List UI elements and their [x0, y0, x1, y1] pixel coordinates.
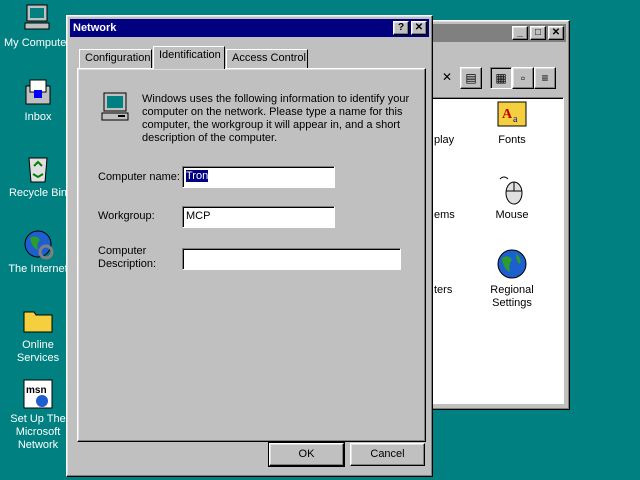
partial-item-label: play: [434, 134, 455, 146]
large-icons-icon[interactable]: ▦: [490, 67, 512, 89]
partial-item-label: ters: [434, 284, 453, 296]
desktop-icon-label: My Computer: [3, 37, 71, 49]
delete-icon[interactable]: ✕: [436, 67, 458, 89]
desktop-icon-the-internet[interactable]: The Internet: [1, 228, 75, 276]
identification-panel: Windows uses the following information t…: [77, 68, 426, 442]
identification-info-text: Windows uses the following information t…: [142, 93, 410, 144]
desktop-icon-label: The Internet: [8, 263, 68, 275]
help-button[interactable]: ?: [393, 21, 409, 35]
control-panel-item-fonts[interactable]: Aa Fonts: [477, 98, 547, 147]
description-label-line-2: Description:: [98, 258, 157, 270]
dialog-title: Network: [73, 22, 117, 34]
control-panel-item-label: Mouse: [495, 209, 529, 221]
ok-button[interactable]: OK: [268, 442, 345, 467]
tab-identification[interactable]: Identification: [153, 46, 225, 69]
svg-text:msn: msn: [26, 385, 47, 396]
svg-text:A: A: [502, 107, 513, 122]
maximize-button[interactable]: □: [530, 26, 546, 40]
list-view-icon[interactable]: ≡: [534, 67, 556, 89]
close-button[interactable]: ✕: [411, 21, 427, 35]
desktop-icon-inbox[interactable]: Inbox: [1, 76, 75, 124]
fonts-folder-icon: Aa: [496, 98, 528, 130]
msn-icon: msn: [22, 378, 54, 410]
cancel-button[interactable]: Cancel: [350, 443, 425, 466]
close-button[interactable]: ✕: [548, 26, 564, 40]
desktop-icon-online-services[interactable]: Online Services: [1, 304, 75, 365]
desktop-icon-label: Online Services: [16, 339, 60, 364]
desktop-icon-my-computer[interactable]: My Computer: [0, 2, 74, 50]
computer-name-value: Tron: [186, 170, 209, 182]
desktop-icon-label: Inbox: [24, 111, 52, 123]
computer-name-field[interactable]: Tron: [182, 166, 335, 188]
minimize-button[interactable]: _: [512, 26, 528, 40]
control-panel-toolbar: ✕ ▤ ▦ ▫ ≡: [424, 65, 566, 93]
computer-description-label: Computer Description:: [98, 245, 156, 271]
tab-access-control[interactable]: Access Control: [226, 49, 308, 68]
partial-item-label: ems: [434, 209, 455, 221]
network-computer-icon: [100, 91, 132, 123]
control-panel-item-regional-settings[interactable]: Regional Settings: [477, 248, 547, 310]
internet-globe-icon: [22, 228, 54, 260]
description-label-line-1: Computer: [98, 245, 147, 257]
desktop-icon-msn-setup[interactable]: msn Set Up The Microsoft Network: [1, 378, 75, 452]
control-panel-item-label: Fonts: [498, 134, 526, 146]
control-panel-item-label: Regional Settings: [490, 284, 534, 309]
desktop-icon-label: Set Up The Microsoft Network: [10, 413, 66, 451]
recycle-bin-icon: [22, 152, 54, 184]
properties-icon[interactable]: ▤: [460, 67, 482, 89]
workgroup-field[interactable]: MCP: [182, 206, 335, 228]
mouse-icon: [496, 173, 528, 205]
dialog-titlebar[interactable]: Network ? ✕: [70, 19, 429, 37]
computer-description-field[interactable]: [182, 248, 401, 270]
svg-text:a: a: [513, 114, 518, 125]
folder-icon: [22, 304, 54, 336]
network-dialog[interactable]: Network ? ✕ Configuration Identification…: [66, 15, 433, 477]
control-panel-item-mouse[interactable]: Mouse: [477, 173, 547, 222]
computer-icon: [21, 2, 53, 34]
control-panel-content: play ems ters Aa Fonts Mouse Regional Se…: [426, 97, 564, 404]
tab-configuration[interactable]: Configuration: [79, 49, 152, 68]
workgroup-label: Workgroup:: [98, 210, 155, 222]
control-panel-window[interactable]: _ □ ✕ ✕ ▤ ▦ ▫ ≡ play ems ters Aa Fonts M…: [420, 20, 570, 410]
dialog-title-buttons: ? ✕: [393, 21, 427, 35]
small-icons-icon[interactable]: ▫: [512, 67, 534, 89]
globe-icon: [496, 248, 528, 280]
inbox-icon: [22, 76, 54, 108]
computer-name-label: Computer name:: [98, 171, 180, 183]
desktop-icon-label: Recycle Bin: [8, 187, 68, 199]
desktop-icon-recycle-bin[interactable]: Recycle Bin: [1, 152, 75, 200]
control-panel-title-buttons: _ □ ✕: [512, 26, 564, 40]
